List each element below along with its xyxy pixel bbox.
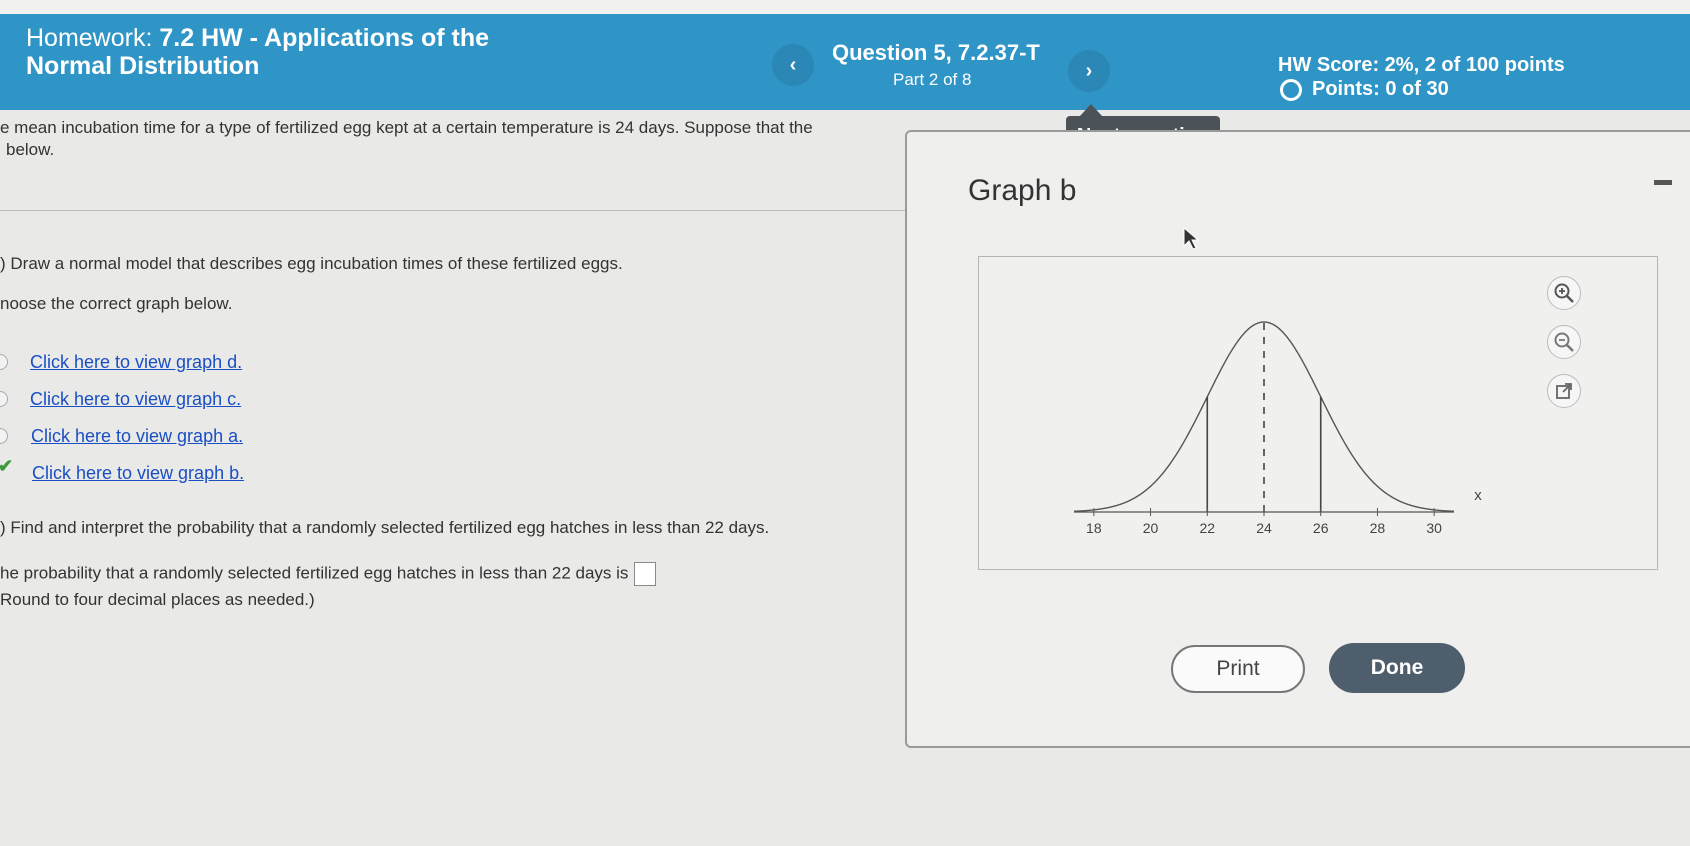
x-tick-label-26: 26 (1313, 520, 1329, 536)
section-divider (0, 210, 908, 211)
question-title: Question 5, 7.2.37-T (832, 40, 1040, 65)
question-part: Part 2 of 8 (893, 70, 972, 89)
zoom-in-icon[interactable] (1547, 276, 1581, 310)
chevron-right-icon: › (1085, 59, 1093, 82)
probability-answer-input[interactable] (634, 562, 657, 586)
option-a-radio[interactable] (0, 428, 8, 444)
part-a-prompt: ) Draw a normal model that describes egg… (0, 254, 623, 273)
answer-line: he probability that a randomly selected … (0, 562, 657, 586)
part-b-prompt: ) Find and interpret the probability tha… (0, 518, 770, 537)
done-button[interactable]: Done (1329, 643, 1465, 693)
x-tick-label-28: 28 (1370, 520, 1386, 536)
round-note: Round to four decimal places as needed.) (0, 590, 315, 609)
homework-label: Homework: (26, 24, 153, 52)
intro-line-2: below. (6, 140, 55, 159)
graph-a-link[interactable]: Click here to view graph a. (31, 426, 243, 447)
x-tick-label-22: 22 (1199, 520, 1215, 536)
homework-title: Homework: 7.2 HW - Applications of the N… (26, 24, 489, 80)
open-external-icon[interactable] (1547, 374, 1581, 408)
zoom-out-icon[interactable] (1547, 325, 1581, 359)
tooltip-arrow (1080, 104, 1102, 116)
browser-top-strip (0, 0, 1690, 14)
graph-d-link[interactable]: Click here to view graph d. (30, 352, 242, 373)
previous-question-button[interactable]: ‹ (772, 44, 814, 86)
x-tick-label-24: 24 (1256, 520, 1272, 536)
points-text: Points: 0 of 30 (1312, 78, 1449, 100)
dialog-title: Graph b (968, 174, 1077, 207)
x-tick-label-20: 20 (1143, 520, 1159, 536)
intro-line-1: e mean incubation time for a type of fer… (0, 118, 813, 137)
minimize-icon[interactable] (1654, 180, 1672, 185)
graph-b-link[interactable]: Click here to view graph b. (32, 463, 244, 484)
option-d-radio[interactable] (0, 354, 8, 370)
homework-title-line1: 7.2 HW - Applications of the (159, 24, 490, 52)
chevron-left-icon: ‹ (789, 53, 797, 76)
graph-c-link[interactable]: Click here to view graph c. (30, 389, 241, 410)
x-tick-label-18: 18 (1086, 520, 1102, 536)
x-axis-label: x (1474, 487, 1482, 504)
print-button[interactable]: Print (1171, 645, 1305, 693)
answer-line-text: he probability that a randomly selected … (0, 563, 629, 583)
option-c-radio[interactable] (0, 391, 8, 407)
mouse-cursor-icon (1183, 226, 1200, 250)
hw-score: HW Score: 2%, 2 of 100 points (1278, 54, 1565, 76)
assignment-header: Homework: 7.2 HW - Applications of the N… (0, 14, 1690, 110)
circle-status-icon (1280, 78, 1302, 101)
checkmark-icon: ✔ (0, 456, 14, 476)
homework-title-line2: Normal Distribution (26, 52, 260, 80)
x-tick-label-30: 30 (1426, 520, 1442, 536)
choose-prompt: noose the correct graph below. (0, 294, 233, 313)
next-question-button[interactable]: › (1068, 50, 1110, 92)
points-status: Points: 0 of 30 (1280, 78, 1449, 101)
